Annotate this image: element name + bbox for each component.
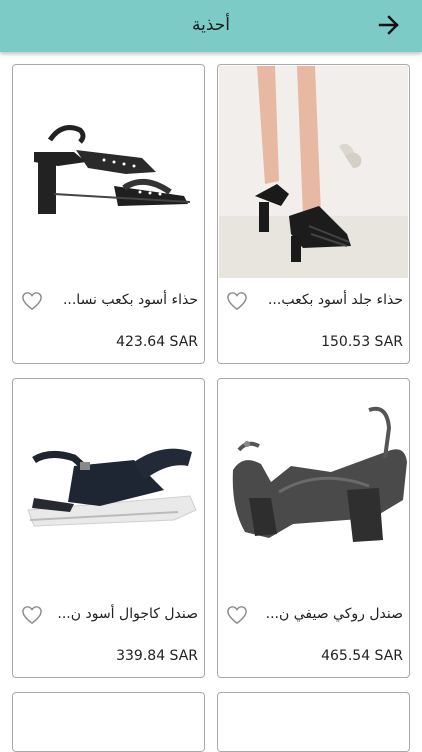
arrow-right-icon bbox=[378, 15, 399, 35]
product-grid: حذاء جلد أسود بكعب... 150.53 SAR حذاء أس… bbox=[0, 52, 422, 752]
product-name: حذاء أسود بكعب نسا... bbox=[62, 292, 198, 308]
product-price: 150.53 SAR bbox=[321, 334, 403, 350]
app-bar: أحذية bbox=[0, 0, 422, 52]
product-card[interactable] bbox=[12, 692, 205, 752]
product-card[interactable]: صندل روكي صيفي ن... 465.54 SAR bbox=[217, 378, 410, 678]
product-image bbox=[219, 66, 408, 278]
favorite-heart-icon[interactable] bbox=[226, 291, 248, 311]
product-name: صندل كاجوال أسود ن... bbox=[57, 606, 198, 622]
product-image bbox=[14, 694, 203, 751]
favorite-heart-icon[interactable] bbox=[21, 291, 43, 311]
product-name: حذاء جلد أسود بكعب... bbox=[267, 292, 403, 308]
favorite-heart-icon[interactable] bbox=[226, 605, 248, 625]
product-card[interactable]: حذاء جلد أسود بكعب... 150.53 SAR bbox=[217, 64, 410, 364]
product-card[interactable] bbox=[217, 692, 410, 752]
product-image bbox=[14, 66, 203, 278]
back-button[interactable] bbox=[372, 10, 406, 40]
favorite-heart-icon[interactable] bbox=[21, 605, 43, 625]
product-price: 465.54 SAR bbox=[321, 648, 403, 664]
product-card[interactable]: صندل كاجوال أسود ن... 339.84 SAR bbox=[12, 378, 205, 678]
product-card[interactable]: حذاء أسود بكعب نسا... 423.64 SAR bbox=[12, 64, 205, 364]
page-title: أحذية bbox=[191, 15, 230, 35]
product-price: 423.64 SAR bbox=[116, 334, 198, 350]
product-image bbox=[219, 694, 408, 751]
product-image bbox=[219, 380, 408, 592]
product-name: صندل روكي صيفي ن... bbox=[265, 606, 403, 622]
product-image bbox=[14, 380, 203, 592]
product-price: 339.84 SAR bbox=[116, 648, 198, 664]
